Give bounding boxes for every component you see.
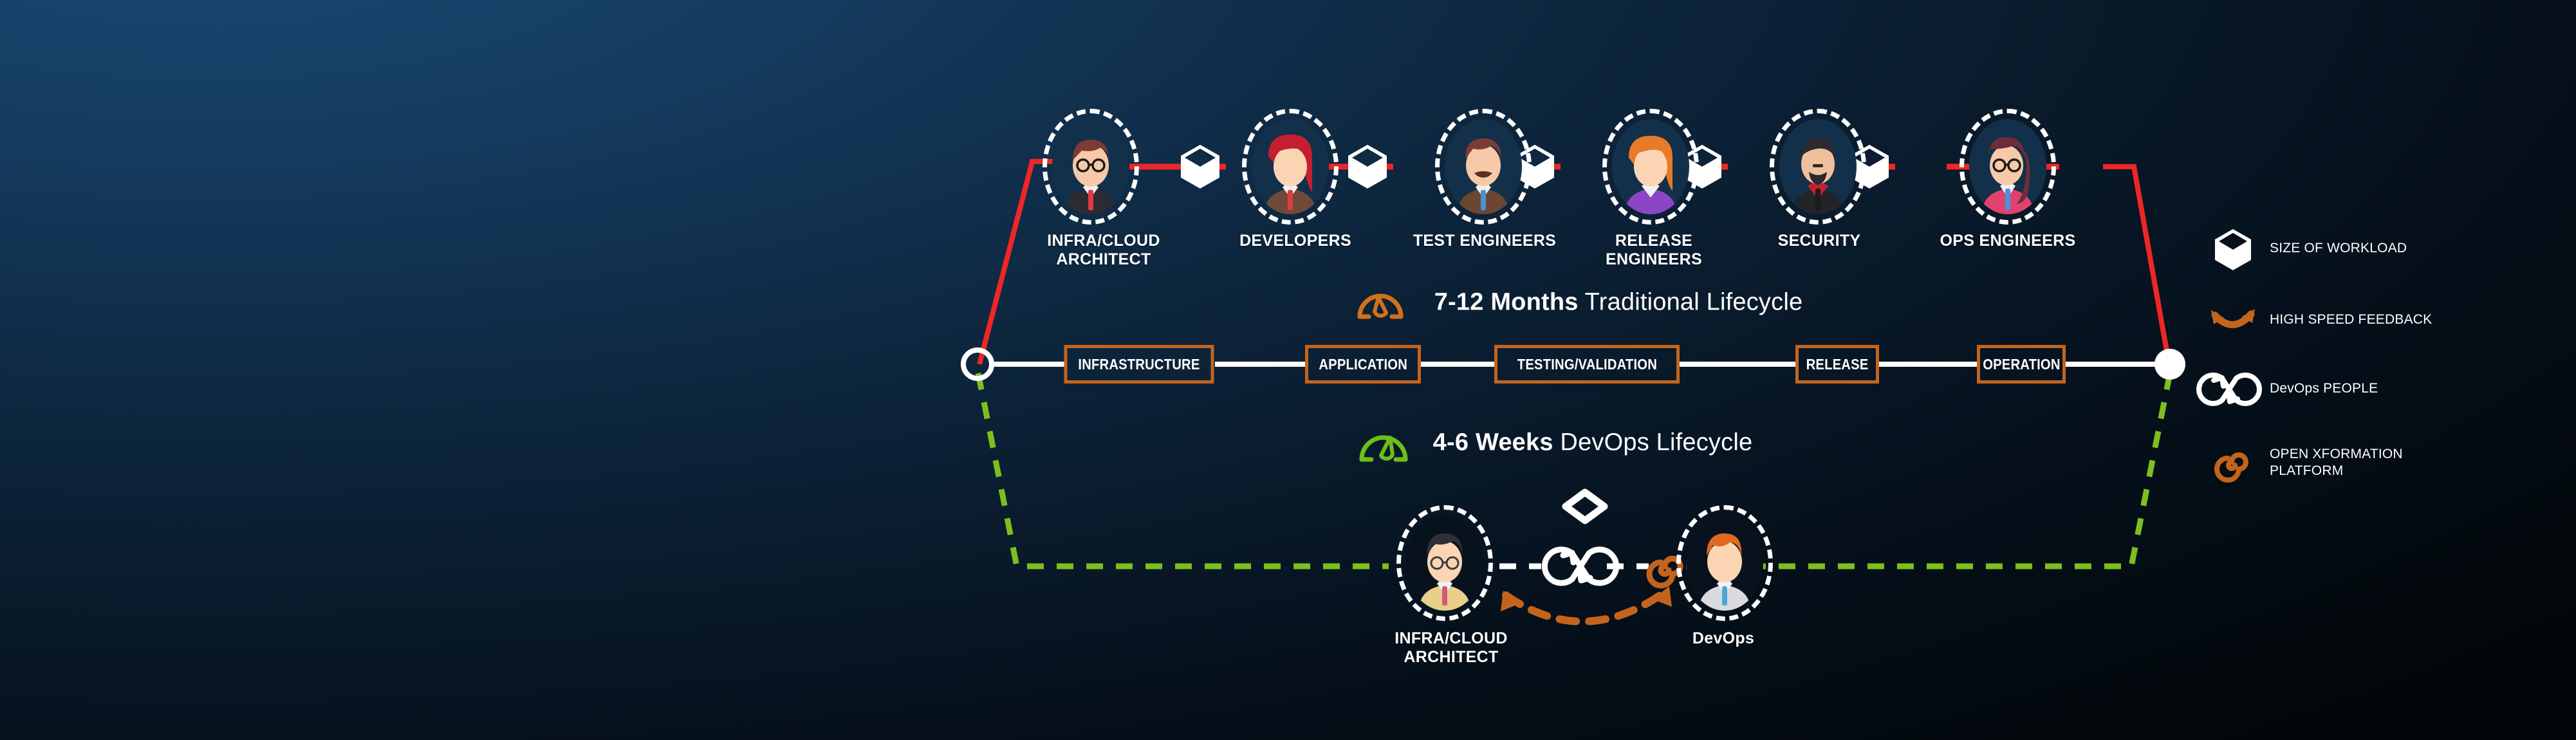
role-label-test-engineers: TEST ENGINEERS	[1413, 232, 1557, 250]
role-label-architect: INFRA/CLOUD ARCHITECT	[1047, 232, 1160, 268]
devops-lifecycle-infographic: INFRA/CLOUD ARCHITECT DEVELOPERS TEST EN…	[0, 0, 2576, 740]
pipeline-stage-operation[interactable]: OPERATION	[1977, 345, 2066, 384]
pipeline-stage-infrastructure[interactable]: INFRASTRUCTURE	[1064, 345, 1214, 384]
role-label-security: SECURITY	[1777, 232, 1861, 250]
devops-node-architect[interactable]	[1396, 505, 1493, 621]
legend-item-open-xformation-platform: OPEN XFORMATION PLATFORM	[2256, 446, 2403, 480]
devops-caption-rest: DevOps Lifecycle	[1553, 429, 1753, 456]
pipeline-stage-label: RELEASE	[1806, 355, 1869, 373]
legend-spiral-icon	[2214, 452, 2248, 483]
devops-path	[975, 373, 2173, 569]
pipeline-stage-label: APPLICATION	[1319, 355, 1407, 373]
devops-infinity-icon	[1541, 546, 1620, 586]
legend-item-size-of-workload: SIZE OF WORKLOAD	[2256, 240, 2407, 257]
devops-node-devops[interactable]	[1676, 505, 1773, 621]
release-engineer-avatar	[1612, 119, 1689, 214]
architect-avatar	[1052, 119, 1129, 214]
pipeline-stage-label: TESTING/VALIDATION	[1517, 355, 1657, 373]
speedometer-slow-icon	[1357, 293, 1404, 319]
role-label-ops-engineers: OPS ENGINEERS	[1940, 232, 2076, 250]
devops-engineer-avatar	[1686, 515, 1763, 611]
role-node-test-engineers[interactable]	[1435, 109, 1532, 225]
pipeline-stage-label: INFRASTRUCTURE	[1078, 355, 1200, 373]
traditional-caption-rest: Traditional Lifecycle	[1578, 288, 1803, 316]
ops-engineer-avatar	[1969, 119, 2046, 214]
role-node-architect[interactable]	[1042, 109, 1139, 225]
security-avatar	[1779, 119, 1857, 214]
flat-diamond-icon	[1562, 488, 1608, 524]
legend-infinity-icon	[2196, 373, 2262, 406]
test-engineer-avatar	[1445, 119, 1522, 214]
devops-architect-avatar	[1406, 515, 1483, 611]
pipeline-stage-label: OPERATION	[1982, 355, 2061, 373]
legend-label: DevOps PEOPLE	[2270, 381, 2378, 396]
legend-label: SIZE OF WORKLOAD	[2270, 241, 2407, 255]
devops-lifecycle-caption: 4-6 Weeks DevOps Lifecycle	[1433, 429, 1753, 457]
pipeline-stage-release[interactable]: RELEASE	[1795, 345, 1879, 384]
legend-item-high-speed-feedback: HIGH SPEED FEEDBACK	[2256, 311, 2432, 328]
high-speed-feedback-arrow-icon	[1501, 586, 1672, 625]
role-node-developers[interactable]	[1242, 109, 1339, 225]
traditional-duration: 7-12 Months	[1434, 288, 1579, 316]
pipeline-stage-testing-validation[interactable]: TESTING/VALIDATION	[1494, 345, 1680, 384]
speedometer-fast-icon	[1359, 435, 1408, 462]
pipeline-stage-application[interactable]: APPLICATION	[1305, 345, 1421, 384]
legend-label: HIGH SPEED FEEDBACK	[2270, 312, 2432, 327]
role-label-release-engineers: RELEASE ENGINEERS	[1606, 232, 1702, 268]
developer-avatar	[1252, 119, 1329, 214]
traditional-lifecycle-caption: 7-12 Months Traditional Lifecycle	[1434, 289, 1803, 317]
role-node-release-engineers[interactable]	[1602, 109, 1699, 225]
legend-curved-arrow-icon	[2211, 309, 2255, 328]
role-label-developers: DEVELOPERS	[1239, 232, 1351, 250]
open-xformation-spiral-icon	[1646, 555, 1683, 589]
devops-role-label-architect: INFRA/CLOUD ARCHITECT	[1395, 629, 1508, 666]
traditional-path-right	[2103, 164, 2171, 362]
legend-cube-icon	[2215, 229, 2251, 270]
pipeline-end-node	[2154, 349, 2185, 380]
legend-item-devops-people: DevOps PEOPLE	[2256, 380, 2378, 397]
role-node-security[interactable]	[1770, 109, 1866, 225]
devops-role-label-devops: DevOps	[1692, 629, 1755, 647]
devops-duration: 4-6 Weeks	[1432, 429, 1553, 456]
role-node-ops-engineers[interactable]	[1960, 109, 2056, 225]
legend-label: OPEN XFORMATION PLATFORM	[2270, 447, 2403, 479]
